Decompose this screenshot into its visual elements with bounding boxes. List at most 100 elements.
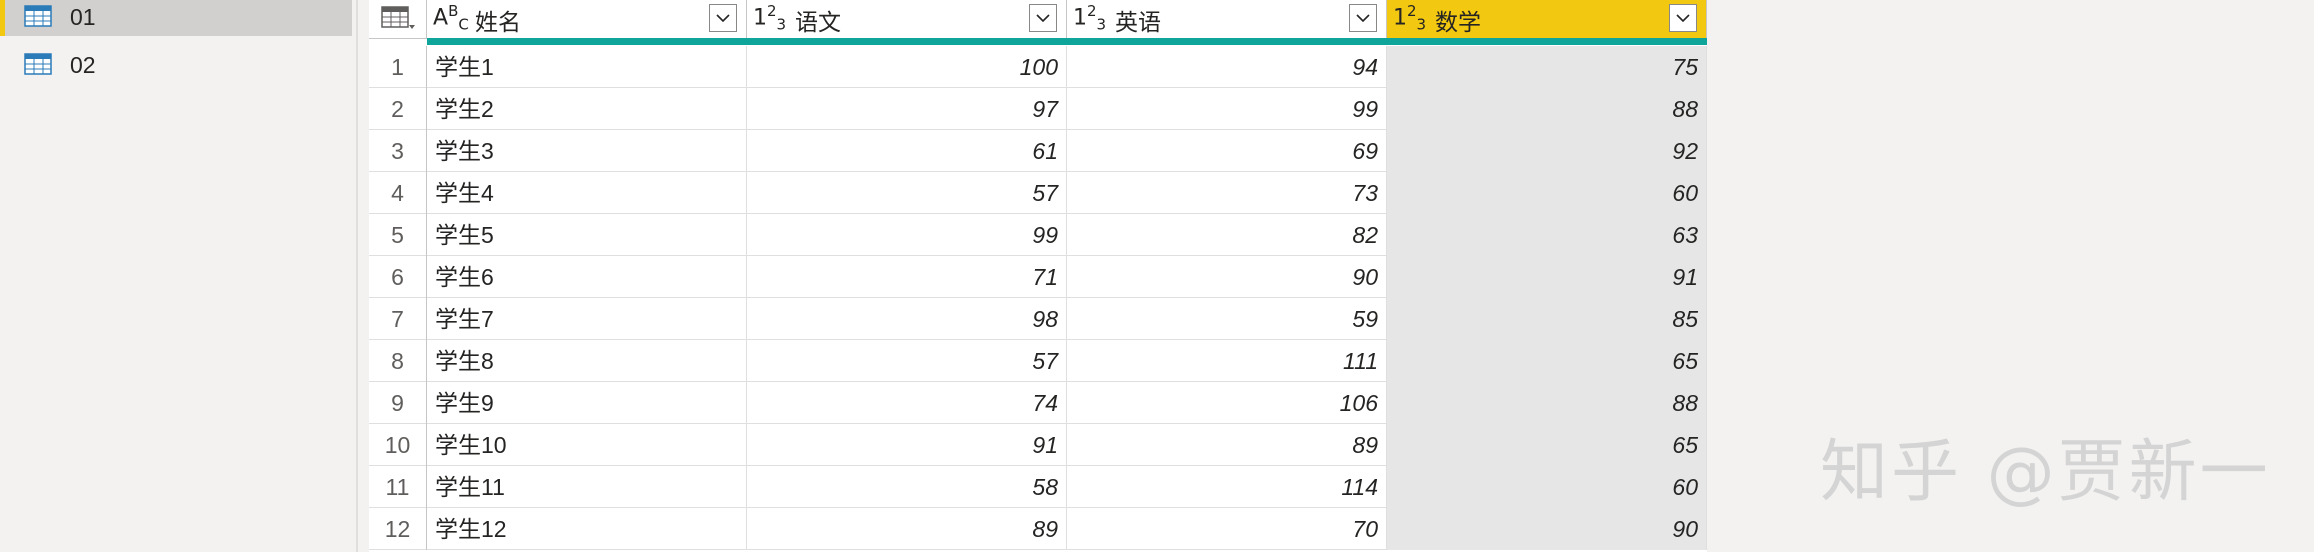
- table-row[interactable]: 5 学生5 99 82 63: [369, 214, 1707, 256]
- cell-yuwen[interactable]: 71: [747, 256, 1067, 298]
- cell-yingyu[interactable]: 70: [1067, 508, 1387, 550]
- column-header-label: 姓名: [475, 9, 521, 35]
- cell-yingyu[interactable]: 73: [1067, 172, 1387, 214]
- cell-yuwen[interactable]: 98: [747, 298, 1067, 340]
- row-number[interactable]: 9: [369, 382, 427, 424]
- cell-shuxue[interactable]: 60: [1387, 466, 1707, 508]
- whole-number-type-icon[interactable]: 123: [1073, 2, 1106, 34]
- table-row[interactable]: 7 学生7 98 59 85: [369, 298, 1707, 340]
- column-filter-button[interactable]: [1029, 4, 1057, 32]
- cell-shuxue[interactable]: 63: [1387, 214, 1707, 256]
- cell-name[interactable]: 学生5: [427, 214, 747, 256]
- cell-yuwen[interactable]: 99: [747, 214, 1067, 256]
- table-row[interactable]: 2 学生2 97 99 88: [369, 88, 1707, 130]
- cell-name[interactable]: 学生4: [427, 172, 747, 214]
- row-number[interactable]: 8: [369, 340, 427, 382]
- whole-number-type-icon[interactable]: 123: [753, 2, 786, 34]
- text-type-icon[interactable]: ABC: [433, 2, 469, 34]
- cell-yingyu[interactable]: 99: [1067, 88, 1387, 130]
- cell-shuxue[interactable]: 60: [1387, 172, 1707, 214]
- table-row[interactable]: 12 学生12 89 70 90: [369, 508, 1707, 550]
- query-item-01[interactable]: 01: [0, 0, 352, 36]
- cell-yuwen[interactable]: 58: [747, 466, 1067, 508]
- query-label: 02: [70, 52, 96, 78]
- table-row[interactable]: 8 学生8 57 111 65: [369, 340, 1707, 382]
- cell-name[interactable]: 学生2: [427, 88, 747, 130]
- table-row[interactable]: 6 学生6 71 90 91: [369, 256, 1707, 298]
- cell-yingyu[interactable]: 111: [1067, 340, 1387, 382]
- row-number[interactable]: 2: [369, 88, 427, 130]
- table-row[interactable]: 4 学生4 57 73 60: [369, 172, 1707, 214]
- cell-shuxue[interactable]: 65: [1387, 340, 1707, 382]
- column-header-yuwen[interactable]: 123 语文: [747, 0, 1067, 38]
- table-options-cell[interactable]: [369, 0, 427, 38]
- cell-yingyu[interactable]: 59: [1067, 298, 1387, 340]
- cell-name[interactable]: 学生1: [427, 46, 747, 88]
- cell-yuwen[interactable]: 89: [747, 508, 1067, 550]
- column-filter-button[interactable]: [709, 4, 737, 32]
- table-icon: [24, 5, 52, 27]
- grid-header: ABC 姓名 123 语文 123 英语 123 数学: [369, 0, 1707, 39]
- row-number[interactable]: 6: [369, 256, 427, 298]
- cell-yingyu[interactable]: 89: [1067, 424, 1387, 466]
- cell-name[interactable]: 学生6: [427, 256, 747, 298]
- cell-name[interactable]: 学生12: [427, 508, 747, 550]
- cell-yingyu[interactable]: 82: [1067, 214, 1387, 256]
- cell-name[interactable]: 学生10: [427, 424, 747, 466]
- chevron-down-icon: [1356, 14, 1370, 22]
- row-number[interactable]: 4: [369, 172, 427, 214]
- query-item-02[interactable]: 02: [0, 44, 352, 84]
- cell-shuxue[interactable]: 85: [1387, 298, 1707, 340]
- table-row[interactable]: 1 学生1 100 94 75: [369, 46, 1707, 88]
- table-row[interactable]: 11 学生11 58 114 60: [369, 466, 1707, 508]
- cell-shuxue[interactable]: 65: [1387, 424, 1707, 466]
- table-row[interactable]: 3 学生3 61 69 92: [369, 130, 1707, 172]
- cell-yuwen[interactable]: 97: [747, 88, 1067, 130]
- cell-yuwen[interactable]: 61: [747, 130, 1067, 172]
- cell-name[interactable]: 学生9: [427, 382, 747, 424]
- row-number[interactable]: 7: [369, 298, 427, 340]
- power-query-editor: 01 02 ABC 姓名 123 语文 123 英语 123 数学 1 学生1 …: [0, 0, 2314, 552]
- cell-shuxue[interactable]: 88: [1387, 382, 1707, 424]
- column-header-shuxue[interactable]: 123 数学: [1387, 0, 1707, 38]
- cell-yingyu[interactable]: 69: [1067, 130, 1387, 172]
- pane-divider[interactable]: [356, 0, 358, 552]
- query-label: 01: [70, 4, 96, 30]
- row-number[interactable]: 10: [369, 424, 427, 466]
- table-icon: [24, 53, 52, 75]
- watermark: 知乎 @贾新一: [1820, 433, 2271, 512]
- row-number[interactable]: 1: [369, 46, 427, 88]
- cell-yuwen[interactable]: 74: [747, 382, 1067, 424]
- column-header-label: 数学: [1435, 9, 1481, 35]
- cell-yuwen[interactable]: 100: [747, 46, 1067, 88]
- row-number[interactable]: 3: [369, 130, 427, 172]
- cell-shuxue[interactable]: 90: [1387, 508, 1707, 550]
- column-header-yingyu[interactable]: 123 英语: [1067, 0, 1387, 38]
- cell-name[interactable]: 学生11: [427, 466, 747, 508]
- column-filter-button[interactable]: [1669, 4, 1697, 32]
- cell-yingyu[interactable]: 94: [1067, 46, 1387, 88]
- data-grid: ABC 姓名 123 语文 123 英语 123 数学 1 学生1 100 94…: [369, 0, 1707, 552]
- column-header-name[interactable]: ABC 姓名: [427, 0, 747, 38]
- table-row[interactable]: 10 学生10 91 89 65: [369, 424, 1707, 466]
- cell-yingyu[interactable]: 90: [1067, 256, 1387, 298]
- cell-yuwen[interactable]: 91: [747, 424, 1067, 466]
- cell-yuwen[interactable]: 57: [747, 172, 1067, 214]
- column-filter-button[interactable]: [1349, 4, 1377, 32]
- whole-number-type-icon[interactable]: 123: [1393, 2, 1426, 34]
- cell-yingyu[interactable]: 114: [1067, 466, 1387, 508]
- cell-shuxue[interactable]: 92: [1387, 130, 1707, 172]
- cell-yingyu[interactable]: 106: [1067, 382, 1387, 424]
- row-number[interactable]: 5: [369, 214, 427, 256]
- row-number[interactable]: 11: [369, 466, 427, 508]
- cell-shuxue[interactable]: 91: [1387, 256, 1707, 298]
- cell-name[interactable]: 学生7: [427, 298, 747, 340]
- row-number[interactable]: 12: [369, 508, 427, 550]
- table-menu-icon: [381, 6, 415, 29]
- cell-shuxue[interactable]: 75: [1387, 46, 1707, 88]
- cell-yuwen[interactable]: 57: [747, 340, 1067, 382]
- cell-name[interactable]: 学生3: [427, 130, 747, 172]
- cell-name[interactable]: 学生8: [427, 340, 747, 382]
- table-row[interactable]: 9 学生9 74 106 88: [369, 382, 1707, 424]
- cell-shuxue[interactable]: 88: [1387, 88, 1707, 130]
